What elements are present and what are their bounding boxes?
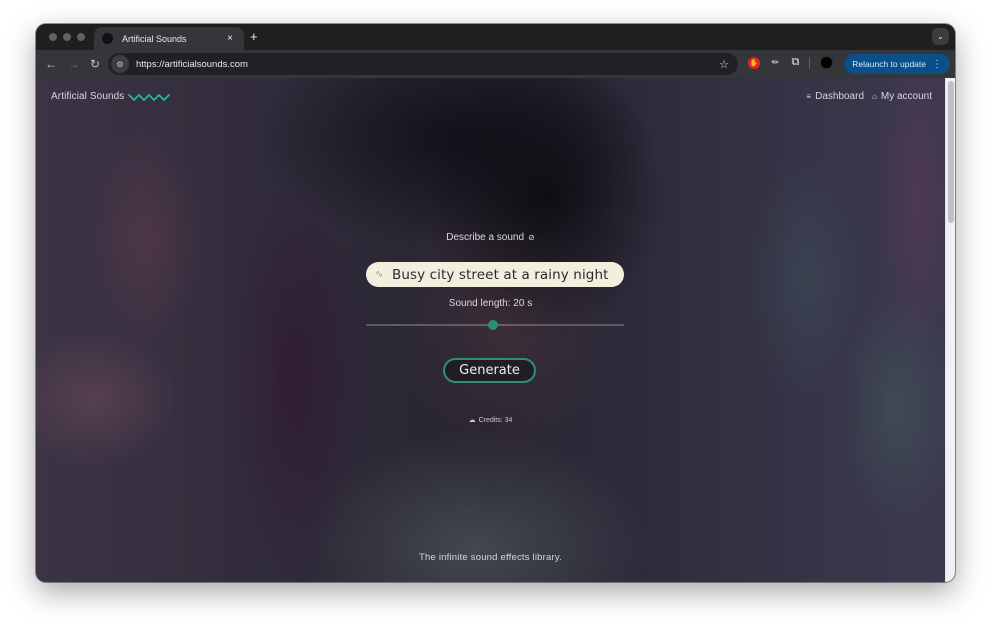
browser-window: Artificial Sounds × + ⌄ ← → ↻ ⚙ https://… <box>36 24 955 582</box>
tab-title: Artificial Sounds <box>122 33 187 44</box>
favicon-icon <box>102 33 113 44</box>
sound-prompt-field[interactable]: ∿ <box>366 262 624 287</box>
account-icon: ⌂ <box>872 92 877 101</box>
wave-icon: ∿ <box>375 269 384 280</box>
window-controls <box>49 33 85 41</box>
toolbar-divider <box>809 56 811 69</box>
extensions-puzzle-icon[interactable]: ⧉ <box>792 56 800 69</box>
relaunch-to-update-button[interactable]: Relaunch to update ⋮ <box>844 54 950 74</box>
chevron-down-icon[interactable]: ⌄ <box>932 28 949 45</box>
slider-thumb[interactable] <box>487 320 498 330</box>
credits-text: Credits: 34 <box>478 416 513 424</box>
address-bar[interactable]: ⚙ https://artificialsounds.com ☆ <box>108 53 738 75</box>
describe-sound-label: Describe a sound ⊘ <box>36 232 945 243</box>
browser-toolbar: ← → ↻ ⚙ https://artificialsounds.com ☆ ✋… <box>36 50 955 78</box>
maximize-window-button[interactable] <box>77 33 85 41</box>
background-overlay <box>36 78 945 582</box>
describe-label-text: Describe a sound <box>446 232 525 243</box>
dashboard-icon: ≡ <box>806 92 812 101</box>
sound-wave-logo-icon <box>128 93 171 101</box>
nav-dashboard-link[interactable]: ≡ Dashboard <box>806 91 864 102</box>
generate-button[interactable]: Generate <box>443 358 536 383</box>
url-text[interactable]: https://artificialsounds.com <box>136 59 719 70</box>
sound-length-label: Sound length: 20 s <box>36 298 945 309</box>
kebab-menu-icon[interactable]: ⋮ <box>932 59 942 70</box>
minimize-window-button[interactable] <box>63 33 71 41</box>
sound-length-slider[interactable] <box>366 320 624 330</box>
scrollbar-thumb[interactable] <box>948 81 954 223</box>
nav-my-account-link[interactable]: ⌂ My account <box>872 91 932 102</box>
nav-dashboard-label: Dashboard <box>815 91 865 102</box>
tagline-text: The infinite sound effects library. <box>419 552 562 563</box>
reload-icon[interactable]: ↻ <box>90 56 100 72</box>
adblock-extension-icon[interactable]: ✋ <box>748 56 760 69</box>
profile-avatar[interactable] <box>820 56 834 69</box>
tab-artificial-sounds[interactable]: Artificial Sounds × <box>94 27 244 50</box>
page-viewport: Artificial Sounds ≡ Dashboard ⌂ My accou… <box>36 78 945 582</box>
tagline: The infinite sound effects library. <box>36 552 945 563</box>
close-icon[interactable]: × <box>224 33 236 44</box>
extension-icons: ✋ ✎ ⧉ <box>748 56 834 69</box>
relaunch-label: Relaunch to update <box>852 59 926 69</box>
describe-label-row: Describe a sound ⊘ <box>446 232 535 243</box>
credits-row: ☁ Credits: 34 <box>468 416 513 425</box>
sound-length-text: Sound length: 20 s <box>448 298 533 309</box>
brand-logo[interactable]: Artificial Sounds <box>51 91 171 102</box>
site-info-icon[interactable]: ⚙ <box>111 55 129 73</box>
credits-display: ☁ Credits: 34 <box>36 416 945 425</box>
close-window-button[interactable] <box>49 33 57 41</box>
nav-my-account-label: My account <box>880 91 932 102</box>
credits-icon: ☁ <box>468 417 476 424</box>
forward-icon[interactable]: → <box>68 56 80 72</box>
tab-strip: Artificial Sounds × + ⌄ <box>36 24 955 50</box>
back-icon[interactable]: ← <box>45 56 57 72</box>
new-tab-icon[interactable]: + <box>250 29 258 45</box>
pen-extension-icon[interactable]: ✎ <box>769 56 782 69</box>
top-navigation: ≡ Dashboard ⌂ My account <box>806 91 932 102</box>
help-icon[interactable]: ⊘ <box>528 233 535 242</box>
brand-name: Artificial Sounds <box>51 91 125 102</box>
sound-prompt-input[interactable] <box>392 266 617 283</box>
bookmark-star-icon[interactable]: ☆ <box>719 58 729 71</box>
page-scrollbar[interactable] <box>945 78 955 582</box>
